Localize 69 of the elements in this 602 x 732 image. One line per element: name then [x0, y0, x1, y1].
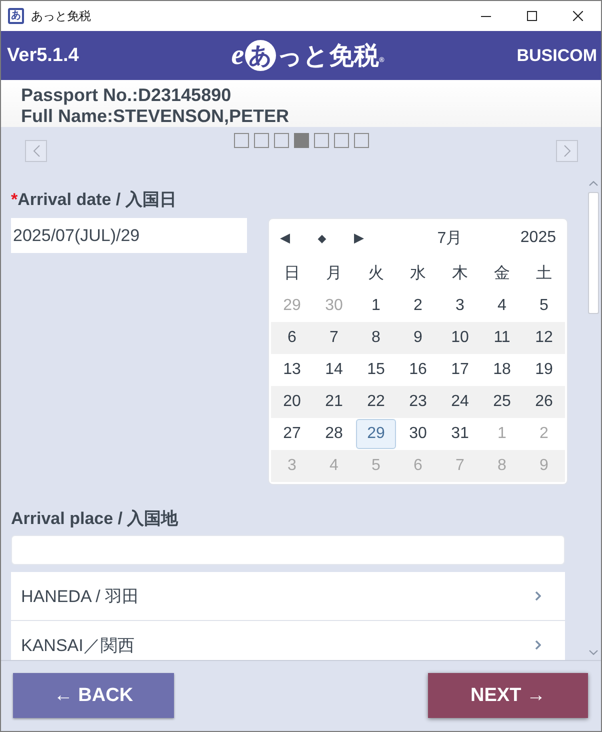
calendar-day[interactable]: 1	[356, 291, 396, 321]
weekday-label: 土	[535, 264, 553, 284]
place-option[interactable]: HANEDA / 羽田	[11, 572, 565, 621]
calendar-day[interactable]: 14	[314, 355, 354, 385]
window-title: あっと免税	[31, 8, 91, 24]
weekday-label: 日	[283, 264, 301, 284]
next-button[interactable]: NEXT →	[428, 673, 588, 718]
chevron-down-icon	[588, 650, 598, 655]
calendar-day[interactable]: 12	[524, 323, 564, 353]
calendar-day[interactable]: 26	[524, 387, 564, 417]
weekday-label: 木	[451, 264, 469, 284]
scrollbar-thumb[interactable]	[588, 192, 598, 314]
place-option[interactable]: KANSAI／関西	[11, 621, 565, 660]
calendar-day[interactable]: 6	[272, 323, 312, 353]
calendar-day[interactable]: 4	[482, 291, 522, 321]
calendar-day[interactable]: 13	[272, 355, 312, 385]
full-name: Full Name:STEVENSON,PETER	[21, 106, 290, 127]
calendar-day[interactable]: 3	[440, 291, 480, 321]
field-label: Arrival place / 入国地	[11, 508, 178, 530]
calendar-day[interactable]: 19	[524, 355, 564, 385]
month-label: 7月	[436, 228, 464, 248]
calendar-day[interactable]: 27	[272, 419, 312, 449]
calendar-day[interactable]: 5	[524, 291, 564, 321]
calendar-day[interactable]: 22	[356, 387, 396, 417]
calendar-day[interactable]: 25	[482, 387, 522, 417]
arrival-place-field[interactable]	[11, 535, 565, 565]
calendar-day[interactable]: 30	[398, 419, 438, 449]
previous-page-button[interactable]	[25, 140, 47, 162]
back-button[interactable]: ← BACK	[13, 673, 174, 718]
prev-month-button[interactable]: ◀	[271, 224, 305, 252]
version-label: Ver5.1.4	[7, 44, 79, 66]
weekday-label: 水	[409, 264, 427, 284]
next-page-button[interactable]	[556, 140, 578, 162]
close-icon	[573, 11, 583, 21]
calendar-day[interactable]: 17	[440, 355, 480, 385]
app-logo: あ	[8, 8, 24, 24]
calendar-day[interactable]: 23	[398, 387, 438, 417]
today-button[interactable]: ◆	[305, 224, 339, 252]
chevron-right-icon	[564, 145, 570, 157]
chevron-left-icon	[32, 145, 40, 157]
calendar-day[interactable]: 11	[482, 323, 522, 353]
chevron-right-icon	[535, 640, 541, 650]
calendar-day[interactable]: 10	[440, 323, 480, 353]
next-month-button[interactable]: ▶	[339, 224, 373, 252]
chevron-right-icon	[535, 591, 541, 601]
weekday-label: 金	[493, 264, 511, 284]
weekday-label: 火	[367, 264, 385, 284]
calendar-day[interactable]: 21	[314, 387, 354, 417]
brand-label: BUSICOM	[516, 46, 597, 66]
passport-number: Passport No.:D23145890	[21, 85, 232, 106]
calendar-day[interactable]: 28	[314, 419, 354, 449]
weekday-label: 月	[325, 264, 343, 284]
required-mark: *	[11, 189, 18, 211]
calendar-day[interactable]: 16	[398, 355, 438, 385]
calendar-day[interactable]: 9	[398, 323, 438, 353]
year-label: 2025	[520, 229, 557, 247]
calendar-day[interactable]: 2	[398, 291, 438, 321]
calendar-day[interactable]: 31	[440, 419, 480, 449]
calendar-day[interactable]: 20	[272, 387, 312, 417]
calendar-day[interactable]: 8	[356, 323, 396, 353]
chevron-up-icon	[588, 181, 598, 186]
date-field[interactable]: 2025/07(JUL)/29	[11, 218, 247, 253]
calendar-day[interactable]: 18	[482, 355, 522, 385]
calendar-day[interactable]: 15	[356, 355, 396, 385]
calendar-day[interactable]: 29	[356, 419, 396, 449]
calendar-day[interactable]: 24	[440, 387, 480, 417]
field-label: Arrival date / 入国日	[18, 189, 176, 211]
maximize-icon	[527, 11, 537, 21]
calendar-day[interactable]: 7	[314, 323, 354, 353]
